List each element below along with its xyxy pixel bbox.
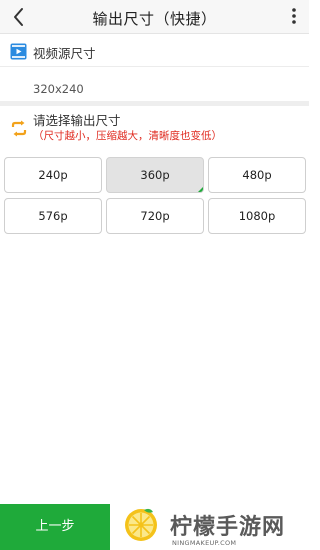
- video-source-size-value: 320x240: [33, 82, 84, 96]
- convert-arrows-icon: [10, 120, 28, 137]
- video-source-section: 视频源尺寸 320x240: [0, 35, 309, 99]
- resolution-option-1080p[interactable]: 1080p: [208, 198, 306, 234]
- option-label: 576p: [38, 209, 68, 223]
- option-label: 720p: [140, 209, 170, 223]
- resolution-option-480p[interactable]: 480p: [208, 157, 306, 193]
- previous-step-button[interactable]: 上一步: [0, 504, 110, 550]
- divider: [0, 66, 309, 67]
- resolution-option-576p[interactable]: 576p: [4, 198, 102, 234]
- output-size-hint: （尺寸越小，压缩越大，清晰度也变低）: [33, 130, 222, 142]
- brand-domain: NINGMAKEUP.COM: [172, 539, 237, 547]
- app-header: 输出尺寸（快捷）: [0, 0, 309, 34]
- option-label: 360p: [140, 168, 170, 182]
- video-source-label: 视频源尺寸: [33, 46, 96, 61]
- lemon-logo-icon: [124, 508, 158, 542]
- brand-name: 柠檬手游网: [170, 515, 286, 540]
- option-label: 480p: [242, 168, 272, 182]
- option-label: 240p: [38, 168, 68, 182]
- checkmark-icon: [190, 179, 203, 192]
- option-label: 1080p: [238, 209, 276, 223]
- resolution-option-720p[interactable]: 720p: [106, 198, 204, 234]
- output-size-section: 请选择输出尺寸 （尺寸越小，压缩越大，清晰度也变低）: [0, 106, 309, 150]
- video-play-icon: [10, 43, 27, 60]
- more-vertical-icon[interactable]: [287, 5, 301, 27]
- output-size-label: 请选择输出尺寸: [33, 113, 121, 128]
- resolution-option-240p[interactable]: 240p: [4, 157, 102, 193]
- resolution-option-360p[interactable]: 360p: [106, 157, 204, 193]
- brand-watermark: 柠檬手游网 NINGMAKEUP.COM: [110, 504, 309, 550]
- page-title: 输出尺寸（快捷）: [92, 10, 217, 28]
- bottom-bar: 上一步 柠檬手游网 NINGMAKEUP.COM: [0, 504, 309, 550]
